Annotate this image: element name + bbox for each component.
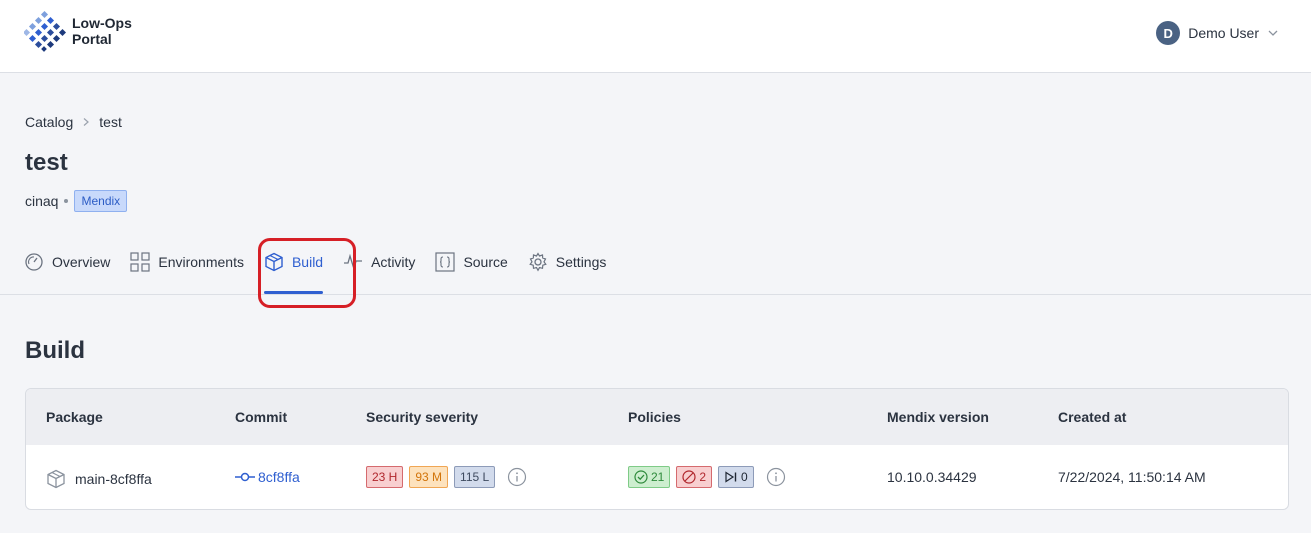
severity-medium-badge[interactable]: 93 M: [409, 466, 449, 488]
app-meta: cinaq Mendix: [25, 190, 128, 212]
breadcrumb: Catalog test: [25, 114, 122, 130]
breadcrumb-current: test: [99, 114, 122, 130]
tab-source-label: Source: [463, 254, 508, 270]
policies-skipped-count: 0: [741, 470, 748, 484]
header-policies: Policies: [628, 409, 681, 425]
policies-failed-badge[interactable]: 2: [676, 466, 713, 488]
header-commit: Commit: [235, 409, 288, 425]
portal-logo[interactable]: [24, 10, 66, 52]
commit-hash: 8cf8ffa: [258, 469, 300, 485]
page-title: test: [25, 149, 68, 176]
build-table: Package Commit Security severity Policie…: [25, 388, 1289, 510]
brand-line-2: Portal: [72, 31, 112, 47]
tech-tag: Mendix: [74, 190, 128, 212]
cell-mendix-version: 10.10.0.34429: [887, 469, 977, 485]
severity-high-badge[interactable]: 23 H: [366, 466, 404, 488]
cell-policies: 21 2 0: [628, 466, 786, 488]
skip-icon: [725, 471, 737, 483]
check-circle-icon: [634, 470, 648, 484]
build-tab-highlight: [258, 238, 356, 308]
breadcrumb-catalog-link[interactable]: Catalog: [25, 114, 73, 130]
tab-overview[interactable]: Overview: [24, 250, 110, 294]
app-owner: cinaq: [25, 193, 59, 209]
user-menu[interactable]: D Demo User: [1156, 21, 1279, 45]
braces-icon: [435, 252, 456, 272]
chevron-down-icon: [1268, 30, 1278, 36]
cell-created-at: 7/22/2024, 11:50:14 AM: [1058, 469, 1206, 485]
table-header: Package Commit Security severity Policie…: [26, 389, 1288, 445]
avatar: D: [1156, 21, 1181, 45]
header-mendix-version: Mendix version: [887, 409, 989, 425]
grid-icon: [130, 252, 150, 272]
info-icon[interactable]: [507, 467, 527, 487]
package-name: main-8cf8ffa: [75, 471, 152, 487]
chevron-right-icon: [83, 118, 90, 126]
top-bar: Low-Ops Portal D Demo User: [0, 0, 1311, 73]
info-icon[interactable]: [766, 467, 786, 487]
policies-passed-count: 21: [651, 470, 665, 484]
brand-line-1: Low-Ops: [72, 15, 132, 31]
gear-icon: [529, 252, 547, 272]
package-icon: [47, 469, 65, 489]
header-package: Package: [46, 409, 103, 425]
tab-activity-label: Activity: [371, 254, 416, 270]
brand-name: Low-Ops Portal: [72, 15, 132, 47]
blocked-icon: [682, 470, 696, 484]
header-created-at: Created at: [1058, 409, 1127, 425]
policies-passed-badge[interactable]: 21: [628, 466, 671, 488]
commit-link[interactable]: 8cf8ffa: [235, 469, 300, 485]
tab-overview-label: Overview: [52, 254, 111, 270]
table-row[interactable]: main-8cf8ffa 8cf8ffa 23 H 93 M 115 L 21 …: [26, 445, 1288, 509]
cell-package: main-8cf8ffa: [46, 469, 152, 489]
separator-dot: [64, 199, 69, 203]
tabs-divider: [0, 294, 1311, 295]
tab-settings-label: Settings: [555, 254, 607, 270]
header-security-severity: Security severity: [366, 409, 479, 425]
tab-settings[interactable]: Settings: [528, 250, 607, 294]
tab-environments-label: Environments: [158, 254, 244, 270]
commit-icon: [235, 472, 255, 482]
user-name: Demo User: [1188, 25, 1259, 41]
section-title: Build: [25, 337, 85, 364]
policies-failed-count: 2: [699, 470, 707, 484]
tab-source[interactable]: Source: [435, 250, 508, 294]
tab-environments[interactable]: Environments: [130, 250, 244, 294]
policies-skipped-badge[interactable]: 0: [718, 466, 754, 488]
cell-security-severity: 23 H 93 M 115 L: [366, 466, 527, 488]
dashboard-icon: [25, 253, 43, 271]
severity-low-badge[interactable]: 115 L: [454, 466, 496, 488]
